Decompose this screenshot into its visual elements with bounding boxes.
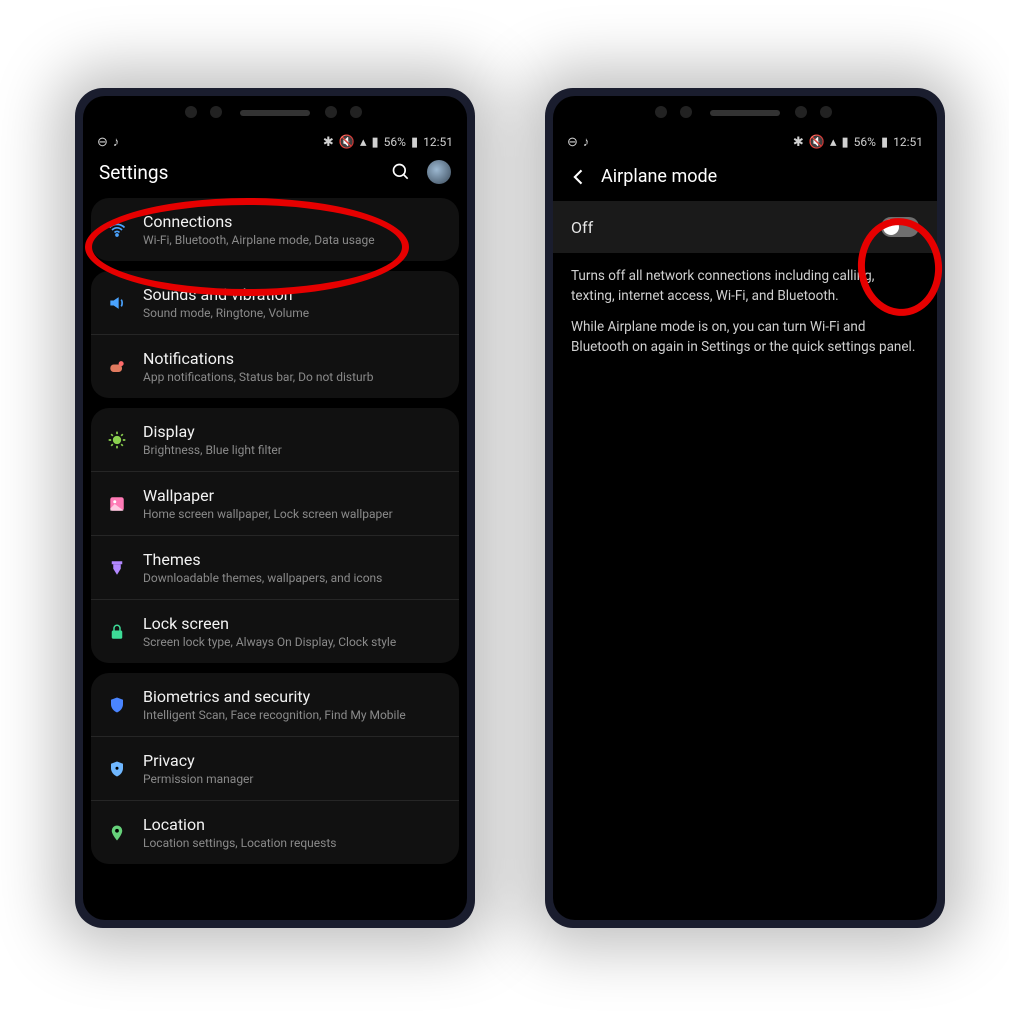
- status-bar: ⊖ ♪ ✱ 🔇 ▴ ▮ 56% ▮ 12:51: [83, 96, 467, 152]
- settings-item-label: Sounds and vibration: [143, 285, 445, 304]
- settings-item-location[interactable]: Location Location settings, Location requ…: [91, 800, 459, 864]
- clock-text: 12:51: [893, 135, 923, 149]
- settings-item-label: Display: [143, 422, 445, 441]
- settings-item-biometrics-and-security[interactable]: Biometrics and security Intelligent Scan,…: [91, 673, 459, 736]
- settings-item-display[interactable]: Display Brightness, Blue light filter: [91, 408, 459, 471]
- wifi-icon: [105, 220, 129, 240]
- settings-item-wallpaper[interactable]: Wallpaper Home screen wallpaper, Lock scr…: [91, 471, 459, 535]
- themes-icon: [105, 559, 129, 577]
- dnd-icon: ⊖: [97, 136, 108, 149]
- settings-item-label: Biometrics and security: [143, 687, 445, 706]
- speaker-grill: [710, 110, 780, 116]
- battery-text: 56%: [854, 135, 876, 149]
- airplane-description-1: Turns off all network connections includ…: [553, 267, 937, 318]
- settings-group: Biometrics and security Intelligent Scan,…: [91, 673, 459, 864]
- bluetooth-icon: ✱: [793, 136, 804, 149]
- battery-icon: ▮: [881, 136, 888, 149]
- sensor: [820, 106, 832, 118]
- dnd-icon: ⊖: [567, 136, 578, 149]
- settings-item-sub: Downloadable themes, wallpapers, and ico…: [143, 571, 445, 585]
- settings-item-sounds-and-vibration[interactable]: Sounds and vibration Sound mode, Ringtone…: [91, 271, 459, 334]
- sensor: [795, 106, 807, 118]
- sensor: [210, 106, 222, 118]
- settings-item-privacy[interactable]: Privacy Permission manager: [91, 736, 459, 800]
- settings-item-sub: Sound mode, Ringtone, Volume: [143, 306, 445, 320]
- page-title: Settings: [99, 161, 168, 184]
- wifi-icon: ▴: [830, 136, 837, 149]
- music-icon: ♪: [583, 136, 590, 149]
- settings-list[interactable]: Connections Wi-Fi, Bluetooth, Airplane mo…: [83, 198, 467, 920]
- settings-item-sub: App notifications, Status bar, Do not di…: [143, 370, 445, 384]
- back-icon[interactable]: [569, 167, 589, 187]
- settings-item-lock-screen[interactable]: Lock screen Screen lock type, Always On D…: [91, 599, 459, 663]
- sensor: [655, 106, 667, 118]
- music-icon: ♪: [113, 136, 120, 149]
- airplane-header: Airplane mode: [553, 152, 937, 201]
- battery-text: 56%: [384, 135, 406, 149]
- avatar[interactable]: [427, 160, 451, 184]
- search-icon[interactable]: [391, 162, 411, 182]
- signal-icon: ▮: [372, 136, 379, 149]
- airplane-toggle[interactable]: [881, 217, 919, 237]
- clock-text: 12:51: [423, 135, 453, 149]
- settings-item-label: Connections: [143, 212, 445, 231]
- settings-item-sub: Brightness, Blue light filter: [143, 443, 445, 457]
- settings-group: Display Brightness, Blue light filter Wall…: [91, 408, 459, 663]
- settings-item-label: Privacy: [143, 751, 445, 770]
- settings-item-label: Lock screen: [143, 614, 445, 633]
- settings-item-sub: Wi-Fi, Bluetooth, Airplane mode, Data us…: [143, 233, 445, 247]
- mute-icon: 🔇: [339, 136, 355, 149]
- sensor: [350, 106, 362, 118]
- shield-icon: [105, 696, 129, 714]
- sensor: [680, 106, 692, 118]
- settings-item-sub: Screen lock type, Always On Display, Clo…: [143, 635, 445, 649]
- settings-item-label: Themes: [143, 550, 445, 569]
- airplane-description-2: While Airplane mode is on, you can turn …: [553, 318, 937, 369]
- phone-right: ⊖ ♪ ✱ 🔇 ▴ ▮ 56% ▮ 12:51 Airplane mode: [545, 88, 945, 928]
- wifi-icon: ▴: [360, 136, 367, 149]
- sensor: [325, 106, 337, 118]
- settings-item-sub: Intelligent Scan, Face recognition, Find…: [143, 708, 445, 722]
- wall-icon: [105, 495, 129, 513]
- display-icon: [105, 430, 129, 450]
- settings-item-sub: Location settings, Location requests: [143, 836, 445, 850]
- settings-group: Sounds and vibration Sound mode, Ringtone…: [91, 271, 459, 398]
- toggle-knob: [883, 219, 899, 235]
- airplane-toggle-row[interactable]: Off: [553, 201, 937, 253]
- sound-icon: [105, 293, 129, 313]
- settings-item-sub: Home screen wallpaper, Lock screen wallp…: [143, 507, 445, 521]
- speaker-grill: [240, 110, 310, 116]
- bluetooth-icon: ✱: [323, 136, 334, 149]
- signal-icon: ▮: [842, 136, 849, 149]
- shield2-icon: [105, 760, 129, 778]
- lock-icon: [105, 623, 129, 641]
- settings-header: Settings: [83, 152, 467, 198]
- settings-group: Connections Wi-Fi, Bluetooth, Airplane mo…: [91, 198, 459, 261]
- status-bar: ⊖ ♪ ✱ 🔇 ▴ ▮ 56% ▮ 12:51: [553, 96, 937, 152]
- notif-icon: [105, 357, 129, 377]
- mute-icon: 🔇: [809, 136, 825, 149]
- battery-icon: ▮: [411, 136, 418, 149]
- settings-item-themes[interactable]: Themes Downloadable themes, wallpapers, a…: [91, 535, 459, 599]
- settings-item-label: Wallpaper: [143, 486, 445, 505]
- toggle-state-label: Off: [571, 218, 593, 237]
- sensor: [185, 106, 197, 118]
- phone-left: ⊖ ♪ ✱ 🔇 ▴ ▮ 56% ▮ 12:51 Settings: [75, 88, 475, 928]
- settings-item-notifications[interactable]: Notifications App notifications, Status b…: [91, 334, 459, 398]
- settings-item-sub: Permission manager: [143, 772, 445, 786]
- settings-item-label: Location: [143, 815, 445, 834]
- settings-item-connections[interactable]: Connections Wi-Fi, Bluetooth, Airplane mo…: [91, 198, 459, 261]
- page-title: Airplane mode: [601, 166, 717, 187]
- settings-item-label: Notifications: [143, 349, 445, 368]
- pin-icon: [105, 824, 129, 842]
